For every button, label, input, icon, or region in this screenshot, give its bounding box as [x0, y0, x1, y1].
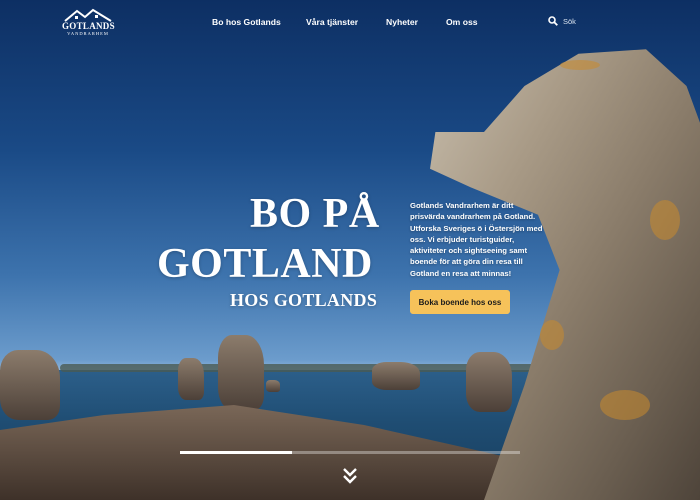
logo-title: GOTLANDS — [62, 21, 115, 31]
rock-stack — [178, 358, 204, 400]
hero-description: Gotlands Vandrarhem är ditt prisvärda va… — [410, 201, 543, 278]
nav-item-vara-tjanster[interactable]: Våra tjänster — [306, 17, 358, 27]
lichen-patch — [540, 320, 564, 350]
lichen-patch — [650, 200, 680, 240]
slider-progress-track[interactable] — [180, 451, 520, 454]
site-logo[interactable]: GOTLANDS VANDRARHEM — [62, 8, 115, 37]
search-icon[interactable] — [548, 16, 558, 26]
nav-item-om-oss[interactable]: Om oss — [446, 17, 478, 27]
rock-stack — [466, 352, 512, 412]
lichen-patch — [560, 60, 600, 70]
rock-stack — [266, 380, 280, 392]
rock-stack — [218, 335, 264, 410]
hero-title-line-1: BO PÅ — [250, 191, 380, 237]
hero-title-line-2: GOTLAND — [157, 241, 373, 287]
lichen-patch — [600, 390, 650, 420]
hero-section: GOTLANDS VANDRARHEM Bo hos Gotlands Våra… — [0, 0, 700, 500]
nav-item-nyheter[interactable]: Nyheter — [386, 17, 418, 27]
rock-stack — [0, 350, 60, 420]
search-input[interactable] — [563, 16, 623, 26]
search-box[interactable] — [548, 16, 623, 26]
logo-subtitle: VANDRARHEM — [67, 31, 109, 36]
double-chevron-down-icon[interactable] — [342, 466, 358, 486]
rock-stack — [372, 362, 420, 390]
roof-logo-icon — [64, 8, 112, 22]
slider-progress-fill — [180, 451, 293, 454]
book-stay-button[interactable]: Boka boende hos oss — [410, 290, 510, 314]
hero-title-line-3: HOS GOTLANDS — [230, 290, 378, 310]
nav-item-bo-hos-gotlands[interactable]: Bo hos Gotlands — [212, 17, 281, 27]
